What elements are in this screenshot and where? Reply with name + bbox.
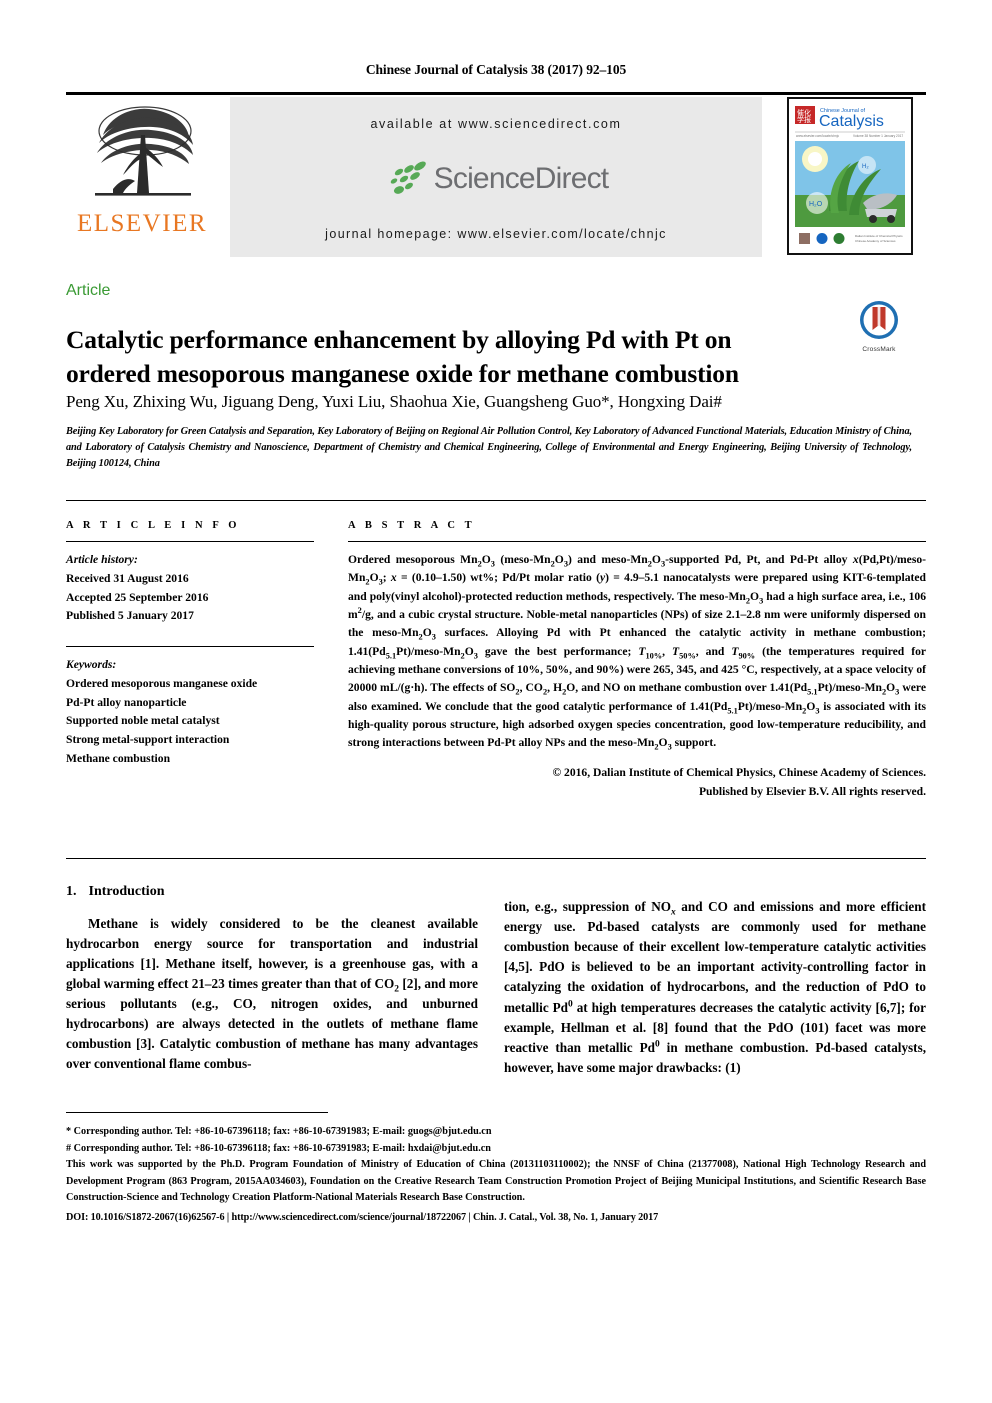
svg-text:www.elsevier.com/locate/chnjc: www.elsevier.com/locate/chnjc (796, 134, 839, 138)
intro-paragraph-1: Methane is widely considered to be the c… (66, 916, 479, 1072)
journal-cover-thumbnail: 催化 学报 Chinese Journal of Catalysis www.e… (774, 97, 926, 257)
elsevier-logo: ELSEVIER (66, 97, 218, 257)
abstract-heading: A B S T R A C T (348, 520, 476, 531)
footnote-rule (66, 1112, 328, 1113)
info-section-bottom-rule (66, 858, 926, 859)
body-column-left: 1. Introduction Methane is widely conside… (66, 884, 478, 1088)
keywords-rule (66, 646, 314, 648)
crossmark-badge-container[interactable]: CrossMark (851, 300, 907, 353)
sciencedirect-wordmark: ScienceDirect (433, 162, 609, 195)
article-history-label: Article history: (66, 553, 138, 566)
author-list: Peng Xu, Zhixing Wu, Jiguang Deng, Yuxi … (66, 392, 722, 411)
received-date: Received 31 August 2016 (66, 571, 189, 585)
page-title: Catalytic performance enhancement by all… (66, 323, 856, 390)
footnote-block: * Corresponding author. Tel: +86-10-6739… (66, 1124, 926, 1226)
title-line-2: ordered mesoporous manganese oxide for m… (66, 358, 739, 388)
body-column-right: tion, e.g., suppression of NOx and CO an… (504, 884, 926, 1091)
keyword-item: Strong metal-support interaction (66, 733, 230, 747)
section-number: 1. (66, 884, 77, 899)
keywords-block: Keywords: Ordered mesoporous manganese o… (66, 656, 314, 769)
article-info-heading: A R T I C L E I N F O (66, 520, 241, 531)
elsevier-tree-icon (83, 101, 201, 209)
corresponding-author-note-1: * Corresponding author. Tel: +86-10-6739… (66, 1126, 492, 1137)
svg-text:学报: 学报 (797, 115, 811, 124)
svg-text:Volume 38 Number 1 January 2: Volume 38 Number 1 January 2017 (853, 134, 903, 138)
svg-text:H₂: H₂ (862, 164, 869, 170)
copyright-line-2: Published by Elsevier B.V. All rights re… (698, 784, 926, 798)
article-history-block: Article history: Received 31 August 2016… (66, 551, 314, 626)
keyword-item: Supported noble metal catalyst (66, 714, 220, 728)
affiliation: Beijing Key Laboratory for Green Catalys… (66, 426, 912, 469)
svg-text:Chinese Academy of Sciences: Chinese Academy of Sciences (855, 239, 896, 243)
article-info-rule (66, 541, 314, 542)
crossmark-label: CrossMark (862, 346, 896, 353)
corresponding-author-note-2: # Corresponding author. Tel: +86-10-6739… (66, 1142, 491, 1154)
elsevier-wordmark: ELSEVIER (76, 210, 208, 237)
funding-note: This work was supported by the Ph.D. Pro… (66, 1159, 926, 1204)
article-info-column: A R T I C L E I N F O Article history: R… (66, 520, 314, 769)
copyright-line-1: © 2016, Dalian Institute of Chemical Phy… (552, 766, 926, 780)
abstract-column: A B S T R A C T Ordered mesoporous Mn2O3… (348, 520, 926, 801)
sciencedirect-banner: available at www.sciencedirect.com Scien… (230, 97, 762, 257)
keyword-item: Methane combustion (66, 752, 171, 766)
keywords-label: Keywords: (66, 658, 117, 672)
svg-text:Dalian Institute of Chemical P: Dalian Institute of Chemical Physics (855, 234, 903, 238)
title-line-1: Catalytic performance enhancement by all… (66, 325, 732, 355)
article-type-label: Article (66, 282, 111, 299)
crossmark-icon (860, 301, 898, 339)
keyword-item: Pd-Pt alloy nanoparticle (66, 695, 187, 709)
abstract-rule (348, 541, 926, 542)
journal-masthead: ELSEVIER available at www.sciencedirect.… (66, 92, 926, 257)
sciencedirect-leaves-icon (390, 161, 426, 194)
sciencedirect-logo: ScienceDirect (384, 160, 609, 198)
info-section-top-rule (66, 500, 926, 501)
svg-text:H₂O: H₂O (809, 201, 823, 208)
published-date: Published 5 January 2017 (66, 609, 194, 623)
journal-article-page: Chinese Journal of Catalysis 38 (2017) 9… (0, 0, 992, 1403)
section-heading-introduction: 1. Introduction (66, 884, 478, 900)
available-at-text: available at www.sciencedirect.com (370, 117, 622, 131)
keyword-item: Ordered mesoporous manganese oxide (66, 676, 258, 690)
copyright-block: © 2016, Dalian Institute of Chemical Phy… (348, 764, 926, 801)
abstract-text: Ordered mesoporous Mn2O3 (meso-Mn2O3) an… (348, 553, 927, 752)
intro-paragraph-1-continued: tion, e.g., suppression of NOx and CO an… (504, 899, 927, 1075)
running-head: Chinese Journal of Catalysis 38 (2017) 9… (365, 62, 627, 77)
doi-line: DOI: 10.1016/S1872-2067(16)62567-6 | htt… (66, 1211, 659, 1223)
section-title: Introduction (88, 884, 165, 899)
svg-text:Catalysis: Catalysis (819, 113, 884, 130)
journal-homepage-text: journal homepage: www.elsevier.com/locat… (325, 227, 667, 241)
svg-text:催化: 催化 (797, 108, 811, 117)
accepted-date: Accepted 25 September 2016 (66, 590, 209, 604)
